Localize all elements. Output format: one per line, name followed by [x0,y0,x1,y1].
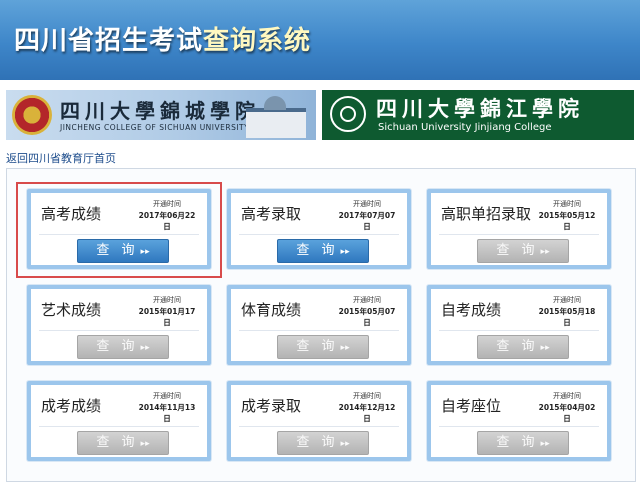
jincheng-banner-en: JINCHENG COLLEGE OF SICHUAN UNIVERSITY [60,123,250,132]
query-card: 自考座位 开通时间 2015年04月02日查 询 ▸▸ [427,381,611,461]
query-button[interactable]: 查 询 ▸▸ [77,431,169,455]
card-divider [439,330,599,331]
jinjiang-banner-en: Sichuan University Jinjiang College [378,122,552,133]
query-card: 体育成绩 开通时间 2015年05月07日查 询 ▸▸ [227,285,411,365]
double-chevron-right-icon: ▸▸ [540,343,550,353]
query-button-label: 查 询 [96,339,139,354]
query-card-title: 自考座位 [441,397,502,415]
jinjiang-banner-cn: 四川大學錦江學院 [376,96,584,121]
query-button[interactable]: 查 询 ▸▸ [477,335,569,359]
double-chevron-right-icon: ▸▸ [340,247,350,257]
query-button[interactable]: 查 询 ▸▸ [77,239,169,263]
double-chevron-right-icon: ▸▸ [140,343,150,353]
query-button-label: 查 询 [296,435,339,450]
query-button-label: 查 询 [296,339,339,354]
open-time-date: 2015年01月17日 [138,307,196,327]
query-card: 成考录取 开通时间 2014年12月12日查 询 ▸▸ [227,381,411,461]
query-card: 高考录取 开通时间 2017年07月07日查 询 ▸▸ [227,189,411,269]
jincheng-emblem-icon [12,95,52,135]
double-chevron-right-icon: ▸▸ [340,439,350,449]
open-time-label: 开通时间 [553,200,581,208]
query-card-title: 体育成绩 [241,301,302,319]
jincheng-banner-cn: 四川大學錦城學院 [60,99,260,123]
card-divider [239,234,399,235]
double-chevron-right-icon: ▸▸ [140,439,150,449]
query-button[interactable]: 查 询 ▸▸ [77,335,169,359]
page-title-accent: 查询系统 [203,26,312,56]
jinjiang-emblem-icon [330,96,366,132]
query-card: 高职单招录取 开通时间 2015年05月12日查 询 ▸▸ [427,189,611,269]
query-card-title: 高考录取 [241,205,302,223]
card-divider [439,234,599,235]
open-time-date: 2015年05月18日 [538,307,596,327]
query-button[interactable]: 查 询 ▸▸ [277,431,369,455]
card-divider [39,426,199,427]
card-divider [39,330,199,331]
open-time-label: 开通时间 [353,296,381,304]
open-time-date: 2015年05月07日 [338,307,396,327]
jinjiang-college-banner[interactable]: 四川大學錦江學院 Sichuan University Jinjiang Col… [322,90,634,140]
card-divider [39,234,199,235]
query-card-title: 成考录取 [241,397,302,415]
query-card: 高考成绩 开通时间 2017年06月22日查 询 ▸▸ [27,189,211,269]
jincheng-college-banner[interactable]: 四川大學錦城學院 JINCHENG COLLEGE OF SICHUAN UNI… [6,90,316,140]
query-button-label: 查 询 [96,243,139,258]
double-chevron-right-icon: ▸▸ [540,439,550,449]
open-time-date: 2015年04月02日 [538,403,596,423]
open-time-label: 开通时间 [153,296,181,304]
query-card-title: 成考成绩 [41,397,102,415]
query-card: 自考成绩 开通时间 2015年05月18日查 询 ▸▸ [427,285,611,365]
query-button-label: 查 询 [296,243,339,258]
query-card-title: 艺术成绩 [41,301,102,319]
query-button[interactable]: 查 询 ▸▸ [277,239,369,263]
open-time-label: 开通时间 [153,392,181,400]
open-time-date: 2017年06月22日 [138,211,196,231]
open-time-label: 开通时间 [353,200,381,208]
open-time-label: 开通时间 [553,392,581,400]
query-button[interactable]: 查 询 ▸▸ [277,335,369,359]
open-time-label: 开通时间 [153,200,181,208]
query-button-label: 查 询 [496,339,539,354]
query-button-label: 查 询 [496,435,539,450]
query-card: 成考成绩 开通时间 2014年11月13日查 询 ▸▸ [27,381,211,461]
page-title: 四川省招生考试查询系统 [14,20,311,57]
open-time-date: 2014年11月13日 [138,403,196,423]
double-chevron-right-icon: ▸▸ [540,247,550,257]
open-time-label: 开通时间 [553,296,581,304]
open-time-label: 开通时间 [353,392,381,400]
query-card-title: 自考成绩 [441,301,502,319]
query-button-label: 查 询 [96,435,139,450]
page-header: 四川省招生考试查询系统 [0,0,640,80]
back-to-education-dept-link[interactable]: 返回四川省教育厅首页 [6,150,116,166]
campus-building-icon [246,108,306,138]
query-button-label: 查 询 [496,243,539,258]
double-chevron-right-icon: ▸▸ [340,343,350,353]
card-divider [239,330,399,331]
double-chevron-right-icon: ▸▸ [140,247,150,257]
card-divider [239,426,399,427]
query-card-title: 高考成绩 [41,205,102,223]
query-panel: 高考成绩 开通时间 2017年06月22日查 询 ▸▸ 高考录取 开通时间 2017年07月… [6,168,636,482]
open-time-date: 2017年07月07日 [338,211,396,231]
query-button[interactable]: 查 询 ▸▸ [477,431,569,455]
page-title-main: 四川省招生考试 [14,26,204,56]
query-button[interactable]: 查 询 ▸▸ [477,239,569,263]
card-divider [439,426,599,427]
campus-dome-icon [264,96,286,110]
query-card-title: 高职单招录取 [441,205,532,223]
open-time-date: 2014年12月12日 [338,403,396,423]
query-card: 艺术成绩 开通时间 2015年01月17日查 询 ▸▸ [27,285,211,365]
open-time-date: 2015年05月12日 [538,211,596,231]
